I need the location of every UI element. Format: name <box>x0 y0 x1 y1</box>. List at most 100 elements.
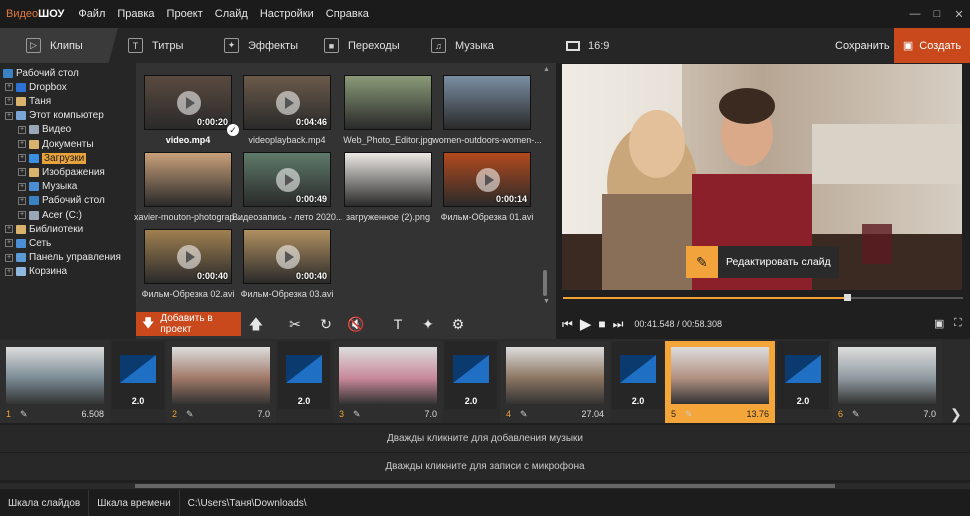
expand-icon[interactable]: + <box>18 211 26 219</box>
rotate-icon[interactable]: ↻ <box>316 314 336 334</box>
expand-icon[interactable]: + <box>5 83 13 92</box>
file-thumbnail[interactable]: 0:00:40 <box>243 229 331 284</box>
timeline-scrollbar[interactable] <box>135 484 835 488</box>
tree-item[interactable]: + Документы <box>18 137 94 151</box>
add-to-project-button[interactable]: 🡇 Добавить в проект <box>136 312 241 336</box>
expand-icon[interactable]: + <box>5 97 13 106</box>
expand-icon[interactable]: + <box>18 140 26 148</box>
tree-item[interactable]: + Dropbox <box>5 80 67 94</box>
expand-icon[interactable]: + <box>5 239 13 248</box>
tab-transitions[interactable]: ■ Переходы <box>324 28 400 63</box>
tab-titles[interactable]: T Титры <box>128 28 183 63</box>
tree-item[interactable]: + Библиотеки <box>5 222 83 236</box>
tree-item[interactable]: + Рабочий стол <box>18 194 105 208</box>
tree-item[interactable]: + Изображения <box>18 165 105 179</box>
transition-duration: 2.0 <box>297 396 311 406</box>
close-icon[interactable]: ✕ <box>948 8 970 21</box>
tree-item[interactable]: + Этот компьютер <box>5 109 104 123</box>
timeline-slide[interactable]: 4 ✎ 27.04 <box>500 341 610 423</box>
expand-icon[interactable]: + <box>5 253 13 262</box>
tree-item[interactable]: + Музыка <box>18 180 77 194</box>
pencil-icon[interactable]: ✎ <box>852 409 860 420</box>
menu-project[interactable]: Проект <box>161 8 209 20</box>
timeline-transition[interactable]: 2.0 <box>445 341 497 409</box>
pencil-icon[interactable]: ✎ <box>20 409 28 420</box>
save-button[interactable]: Сохранить <box>835 28 890 63</box>
timeline-transition[interactable]: 2.0 <box>612 341 664 409</box>
tree-item[interactable]: + Таня <box>5 94 51 108</box>
chevron-right-icon[interactable]: ❯ <box>950 406 962 423</box>
expand-icon[interactable]: + <box>18 182 26 191</box>
file-name: xavier-mouton-photograp... <box>133 212 243 222</box>
file-thumbnail[interactable] <box>344 152 432 207</box>
snapshot-icon[interactable]: ▣ <box>934 317 944 330</box>
expand-icon[interactable]: + <box>5 225 13 234</box>
menu-edit[interactable]: Правка <box>111 8 160 20</box>
expand-icon[interactable]: + <box>18 168 26 177</box>
scissors-icon[interactable]: ✂ <box>285 314 305 334</box>
tab-clips[interactable]: ▷ Клипы <box>0 28 118 63</box>
play-icon[interactable]: ▶ <box>580 315 592 333</box>
timeline-transition[interactable]: 2.0 <box>777 341 829 409</box>
mute-icon[interactable]: 🔇 <box>346 314 366 334</box>
tree-item[interactable]: + Видео <box>18 123 71 137</box>
next-icon[interactable]: ⏭ <box>613 317 624 332</box>
timeline-transition[interactable]: 2.0 <box>278 341 330 409</box>
tree-item[interactable]: + Acer (C:) <box>18 208 82 222</box>
file-thumbnail[interactable]: 0:00:14 <box>443 152 531 207</box>
tree-item[interactable]: + Панель управления <box>5 251 121 265</box>
expand-icon[interactable]: + <box>18 154 26 163</box>
file-thumbnail[interactable]: 0:00:40 <box>144 229 232 284</box>
seek-handle[interactable] <box>844 294 851 301</box>
tree-item[interactable]: Рабочий стол <box>3 66 79 80</box>
create-button[interactable]: ▣ Создать <box>894 28 970 63</box>
file-thumbnail[interactable] <box>144 152 232 207</box>
menu-slide[interactable]: Слайд <box>209 8 254 20</box>
tree-item[interactable]: + Сеть <box>5 236 51 250</box>
music-track[interactable]: Дважды кликните для добавления музыки <box>0 424 970 452</box>
timeline-slide[interactable]: 2 ✎ 7.0 <box>166 341 276 423</box>
scroll-down-icon[interactable]: ▼ <box>543 298 550 305</box>
menu-help[interactable]: Справка <box>320 8 375 20</box>
slides-view-button[interactable]: Шкала слайдов <box>0 490 90 516</box>
file-thumbnail[interactable] <box>443 75 531 130</box>
timeline-transition[interactable]: 2.0 <box>112 341 164 409</box>
file-thumbnail[interactable]: 0:04:46 <box>243 75 331 130</box>
minimize-icon[interactable]: — <box>904 8 926 20</box>
magic-wand-icon[interactable]: ✦ <box>418 314 438 334</box>
tree-item[interactable]: + Загрузки <box>18 151 87 165</box>
expand-icon[interactable]: + <box>5 111 13 120</box>
stop-icon[interactable]: ■ <box>598 317 605 331</box>
timeline-view-button[interactable]: Шкала времени <box>89 490 180 516</box>
fullscreen-icon[interactable]: ⛶ <box>954 317 962 330</box>
timeline-slide[interactable]: 5 ✎ 13.76 <box>665 341 775 423</box>
mic-track[interactable]: Дважды кликните для записи с микрофона <box>0 452 970 480</box>
expand-icon[interactable]: + <box>18 125 26 134</box>
previous-icon[interactable]: ⏮ <box>562 317 573 332</box>
tree-item[interactable]: + Корзина <box>5 265 67 279</box>
move-up-icon[interactable]: 🡅 <box>246 314 266 334</box>
file-thumbnail[interactable]: 0:00:20 <box>144 75 232 130</box>
maximize-icon[interactable]: □ <box>926 8 948 20</box>
text-edit-icon[interactable]: T <box>388 314 408 334</box>
timeline-slide[interactable]: 1 ✎ 6.508 <box>0 341 110 423</box>
edit-slide-button[interactable]: ✎ Редактировать слайд <box>686 246 839 278</box>
file-thumbnail[interactable] <box>344 75 432 130</box>
menu-file[interactable]: Файл <box>72 8 111 20</box>
pencil-icon[interactable]: ✎ <box>520 409 528 420</box>
expand-icon[interactable]: + <box>5 267 13 276</box>
timeline-slide[interactable]: 6 ✎ 7.0 <box>832 341 942 423</box>
tab-music[interactable]: ♫ Музыка <box>431 28 494 63</box>
menu-settings[interactable]: Настройки <box>254 8 320 20</box>
tab-effects[interactable]: ✦ Эффекты <box>224 28 298 63</box>
gear-icon[interactable]: ⚙ <box>448 314 468 334</box>
timeline-slide[interactable]: 3 ✎ 7.0 <box>333 341 443 423</box>
pencil-icon[interactable]: ✎ <box>353 409 361 420</box>
expand-icon[interactable]: + <box>18 196 26 205</box>
pencil-icon[interactable]: ✎ <box>186 409 194 420</box>
aspect-ratio-button[interactable]: 16:9 <box>566 28 609 63</box>
file-grid-scrollbar[interactable] <box>543 270 547 296</box>
scroll-up-icon[interactable]: ▲ <box>543 66 550 73</box>
file-thumbnail[interactable]: 0:00:49 <box>243 152 331 207</box>
pencil-icon[interactable]: ✎ <box>685 409 693 420</box>
